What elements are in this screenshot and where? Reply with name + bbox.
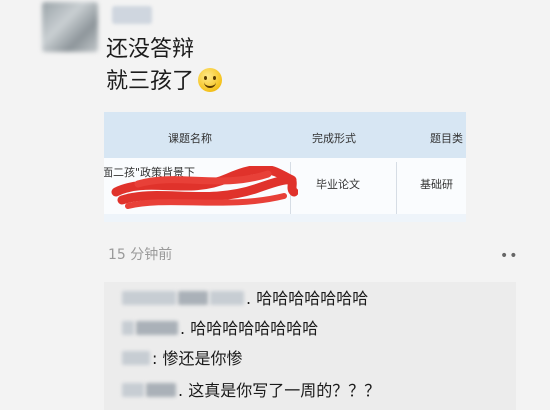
doc-divider	[396, 162, 397, 214]
more-dots-icon[interactable]: ••	[500, 248, 519, 264]
post-text: 还没答辩 就三孩了	[106, 34, 223, 98]
commenter-name-blurred	[146, 383, 176, 397]
doc-header-format: 完成形式	[312, 132, 356, 145]
doc-table-header: 课题名称 完成形式 题目类	[104, 112, 466, 158]
commenter-name-blurred	[178, 291, 208, 305]
attached-document-image[interactable]: 课题名称 完成形式 题目类 面二孩"政策背景下 毕业论文 基础研	[104, 112, 466, 222]
comment-section: . 哈哈哈哈哈哈哈 . 哈哈哈哈哈哈哈哈 : 惨还是你惨 . 这真是你写了一周的…	[104, 282, 516, 410]
comment-text: 惨还是你惨	[162, 349, 243, 368]
commenter-name-blurred	[122, 321, 134, 335]
doc-header-topic: 课题名称	[168, 132, 212, 145]
post-line-2-text: 就三孩了	[106, 69, 195, 94]
post-line-1: 还没答辩	[106, 37, 195, 62]
comment-text: 哈哈哈哈哈哈哈	[256, 289, 369, 308]
doc-cell-type: 基础研	[420, 178, 453, 191]
smiley-emoji-icon	[198, 68, 223, 92]
post-timestamp: 15 分钟前	[108, 247, 173, 263]
doc-cell-format: 毕业论文	[316, 178, 360, 191]
commenter-name-blurred	[136, 321, 178, 335]
red-redaction-scribble	[111, 166, 298, 209]
comment-separator: :	[152, 349, 158, 368]
comment-separator: .	[246, 289, 252, 308]
commenter-name-blurred	[122, 291, 176, 305]
doc-header-type: 题目类	[430, 132, 463, 145]
comment-text: 哈哈哈哈哈哈哈哈	[190, 319, 319, 338]
comment-separator: .	[178, 381, 184, 400]
post-line-2: 就三孩了	[106, 66, 223, 98]
commenter-name-blurred	[210, 291, 244, 305]
user-avatar[interactable]	[42, 2, 98, 52]
commenter-name-blurred	[122, 351, 150, 365]
commenter-name-blurred	[122, 383, 144, 397]
user-name-blurred[interactable]	[112, 6, 152, 24]
comment-separator: .	[180, 319, 186, 338]
comment-item[interactable]: : 惨还是你惨	[122, 348, 243, 370]
comment-item[interactable]: . 这真是你写了一周的？？？	[122, 380, 380, 402]
comment-item[interactable]: . 哈哈哈哈哈哈哈哈	[122, 318, 318, 340]
comment-text: 这真是你写了一周的？？？	[188, 381, 381, 400]
comment-item[interactable]: . 哈哈哈哈哈哈哈	[122, 288, 368, 310]
